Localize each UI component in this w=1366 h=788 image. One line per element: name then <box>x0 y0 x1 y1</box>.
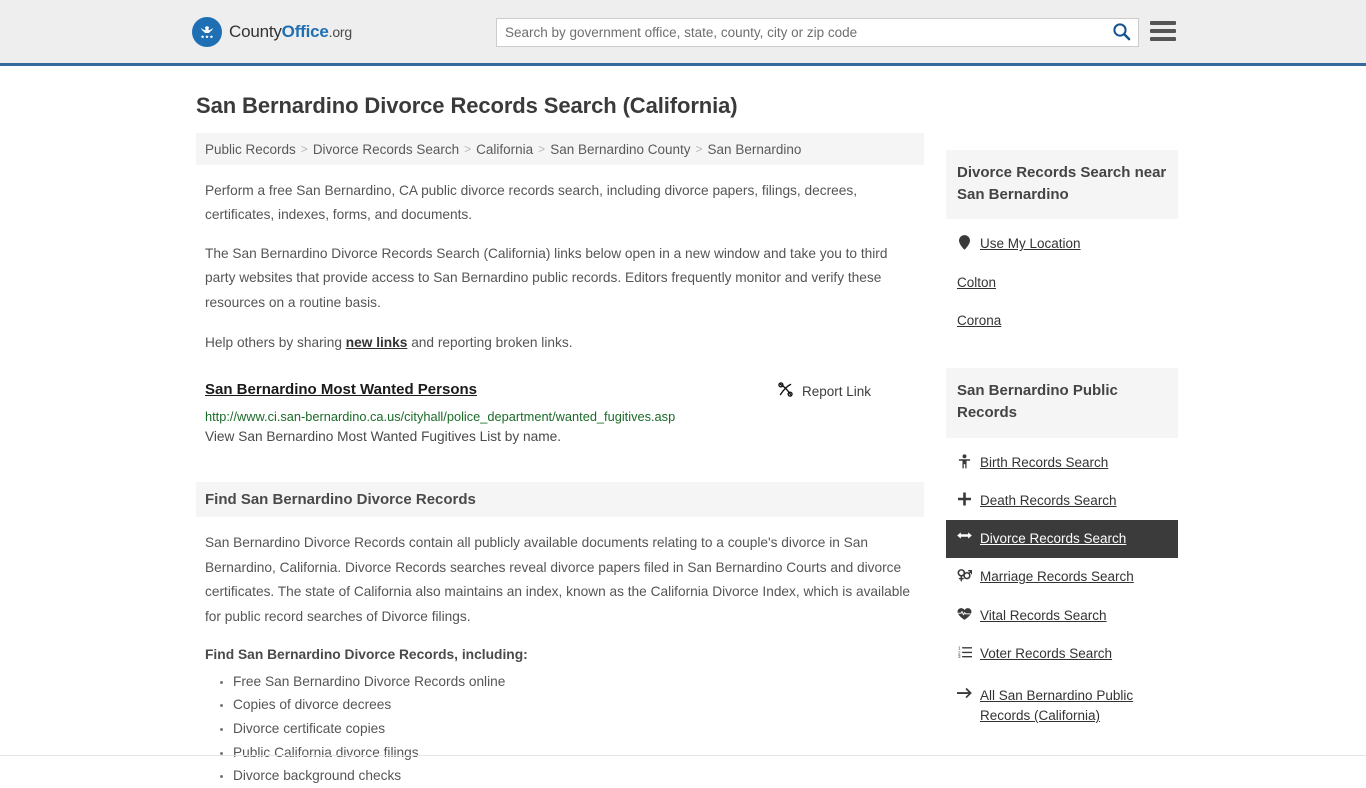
breadcrumb-item-public-records[interactable]: Public Records <box>205 142 296 157</box>
section-heading: Find San Bernardino Divorce Records <box>205 491 476 509</box>
public-records-card-body: Birth Records Search Death Records Searc… <box>946 438 1178 736</box>
search-bar[interactable] <box>496 18 1139 47</box>
search-button[interactable] <box>1104 19 1138 46</box>
result-title-link[interactable]: San Bernardino Most Wanted Persons <box>205 381 477 398</box>
sidebar-item-divorce-records-search[interactable]: Divorce Records Search <box>946 520 1178 559</box>
venus-mars-icon <box>957 567 972 582</box>
public-records-card-header: San Bernardino Public Records <box>946 368 1178 438</box>
page-title: San Bernardino Divorce Records Search (C… <box>196 93 738 118</box>
sidebar-item-label: Voter Records Search <box>980 645 1113 661</box>
logo-text-org: .org <box>328 23 353 40</box>
public-records-card: San Bernardino Public Records Birth Reco… <box>946 368 1178 735</box>
list-item: Public California divorce filings <box>233 741 924 765</box>
sidebar-item-label: Use My Location <box>980 236 1081 252</box>
sidebar-item-all-public-records[interactable]: All San Bernardino Public Records (Calif… <box>946 673 1178 736</box>
sidebar-item-label: Vital Records Search <box>980 607 1107 623</box>
sidebar-item-label: Death Records Search <box>980 492 1117 508</box>
intro-paragraph-1: Perform a free San Bernardino, CA public… <box>205 183 858 223</box>
main-column: Public Records > Divorce Records Search … <box>196 133 924 788</box>
logo-text-county: County <box>229 21 282 41</box>
hamburger-bar <box>1150 21 1176 25</box>
intro-paragraph-2: The San Bernardino Divorce Records Searc… <box>205 245 888 310</box>
arrows-left-right-icon <box>957 529 972 541</box>
sidebar-item-marriage-records-search[interactable]: Marriage Records Search <box>946 558 1178 596</box>
sidebar-item-death-records-search[interactable]: Death Records Search <box>946 482 1178 520</box>
breadcrumb-item-california[interactable]: California <box>476 142 533 157</box>
list-item: Free San Bernardino Divorce Records onli… <box>233 670 924 694</box>
section-list-heading: Find San Bernardino Divorce Records, inc… <box>205 646 528 662</box>
breadcrumb-separator: > <box>464 142 472 156</box>
report-link-button[interactable]: Report Link <box>777 381 916 401</box>
site-header: CountyOffice.org <box>0 0 1366 66</box>
search-input[interactable] <box>497 19 1104 46</box>
heartbeat-icon <box>957 606 972 621</box>
baby-icon <box>957 453 972 469</box>
arrow-right-icon <box>957 686 972 699</box>
result-url: http://www.ci.san-bernardino.ca.us/cityh… <box>205 409 676 425</box>
section-bullet-list: Free San Bernardino Divorce Records onli… <box>196 670 924 788</box>
sidebar-item-birth-records-search[interactable]: Birth Records Search <box>946 444 1178 482</box>
site-logo-text: CountyOffice.org <box>229 22 352 42</box>
breadcrumb-separator: > <box>695 142 703 156</box>
sidebar-item-label: Corona <box>957 312 1002 328</box>
sidebar-item-label: Birth Records Search <box>980 454 1109 470</box>
map-pin-icon <box>957 234 972 251</box>
public-records-card-title: San Bernardino Public Records <box>957 382 1118 422</box>
section-body-paragraph: San Bernardino Divorce Records contain a… <box>205 535 911 624</box>
sidebar-item-label: All San Bernardino Public Records (Calif… <box>980 688 1134 724</box>
breadcrumb-item-san-bernardino: San Bernardino <box>707 141 802 157</box>
logo-text-office: Office <box>281 21 329 41</box>
nearby-search-card-body: Use My Location Colton Corona <box>946 219 1178 340</box>
share-text-before: Help others by sharing <box>205 334 346 350</box>
content-row: Public Records > Divorce Records Search … <box>196 133 1178 788</box>
section-header-bar: Find San Bernardino Divorce Records <box>196 482 924 518</box>
new-links-link[interactable]: new links <box>346 335 408 350</box>
broken-link-icon <box>777 381 794 401</box>
ordered-list-icon: 1 2 3 <box>957 644 972 658</box>
nearby-search-card-header: Divorce Records Search near San Bernardi… <box>946 150 1178 220</box>
result-description: View San Bernardino Most Wanted Fugitive… <box>205 429 562 445</box>
search-result-item: San Bernardino Most Wanted Persons Repor… <box>196 381 924 444</box>
breadcrumb-separator: > <box>300 142 308 156</box>
sidebar-item-colton[interactable]: Colton <box>946 264 1178 302</box>
sidebar-item-label: Divorce Records Search <box>980 531 1127 546</box>
search-icon <box>1112 22 1131 44</box>
list-item: Divorce certificate copies <box>233 717 924 741</box>
sidebar-item-use-my-location[interactable]: Use My Location <box>946 225 1178 263</box>
footer-divider <box>0 755 1366 756</box>
sidebar: Divorce Records Search near San Bernardi… <box>946 133 1178 744</box>
cross-icon <box>957 491 972 506</box>
nearby-search-card-title: Divorce Records Search near San Bernardi… <box>957 164 1167 204</box>
sidebar-item-label: Colton <box>957 274 997 290</box>
intro-paragraph-3: Help others by sharing new links and rep… <box>196 331 924 355</box>
breadcrumb-item-divorce-records-search[interactable]: Divorce Records Search <box>313 142 459 157</box>
hamburger-bar <box>1150 29 1176 33</box>
hamburger-bar <box>1150 37 1176 41</box>
breadcrumb-separator: > <box>538 142 546 156</box>
breadcrumb: Public Records > Divorce Records Search … <box>196 133 924 165</box>
hamburger-menu-icon[interactable] <box>1150 18 1176 44</box>
eagle-stars-logo-icon <box>192 16 222 47</box>
sidebar-item-voter-records-search[interactable]: 1 2 3 Voter Records Search <box>946 635 1178 673</box>
report-link-label: Report Link <box>801 383 871 399</box>
svg-text:3: 3 <box>958 654 961 658</box>
sidebar-item-vital-records-search[interactable]: Vital Records Search <box>946 597 1178 635</box>
share-text-after: and reporting broken links. <box>407 334 573 350</box>
site-logo-link[interactable]: CountyOffice.org <box>192 16 352 47</box>
page-body: San Bernardino Divorce Records Search (C… <box>0 66 1366 788</box>
breadcrumb-item-san-bernardino-county[interactable]: San Bernardino County <box>550 142 690 157</box>
result-header-row: San Bernardino Most Wanted Persons Repor… <box>205 381 916 401</box>
list-item: Copies of divorce decrees <box>233 693 924 717</box>
sidebar-item-corona[interactable]: Corona <box>946 302 1178 340</box>
nearby-search-card: Divorce Records Search near San Bernardi… <box>946 150 1178 340</box>
sidebar-item-label: Marriage Records Search <box>980 569 1134 585</box>
